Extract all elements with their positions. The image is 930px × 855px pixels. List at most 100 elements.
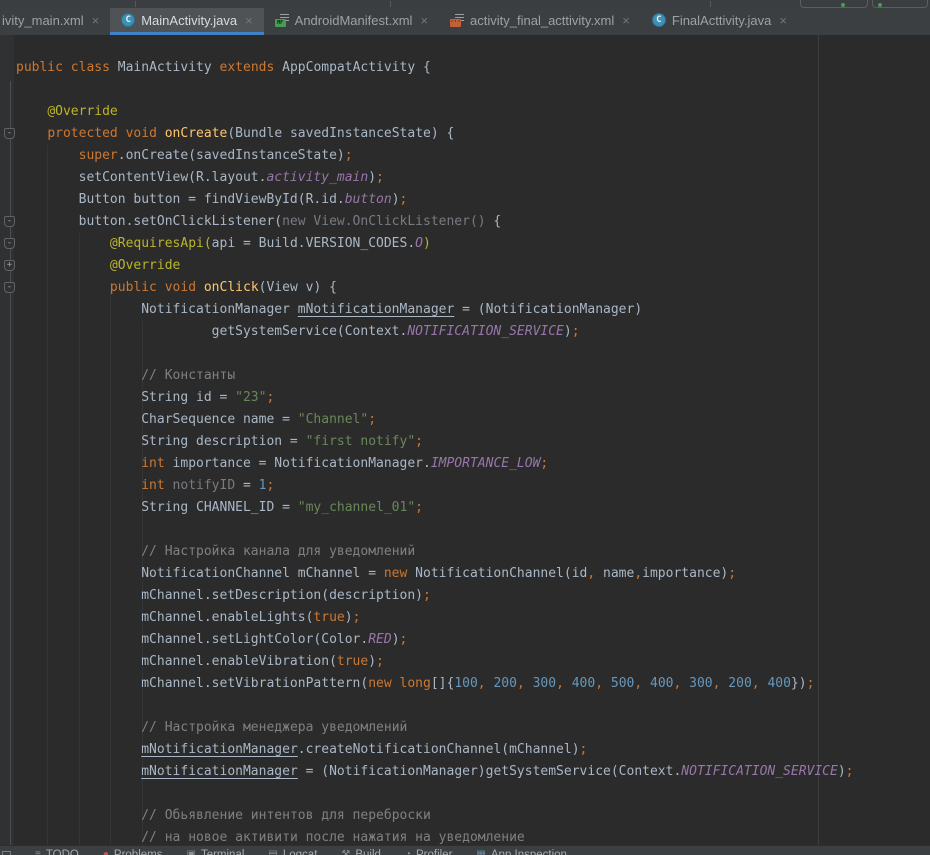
code-token: mNotificationManager [141,742,298,757]
code-line[interactable]: // Обьявление интентов для переброски [16,805,930,827]
close-tab-icon[interactable]: × [245,13,253,28]
code-line[interactable]: @RequiresApi(api = Build.VERSION_CODES.O… [16,233,930,255]
terminal-icon: ▣ [186,849,195,855]
code-line[interactable]: button.setOnClickListener(new View.OnCli… [16,211,930,233]
code-line[interactable]: String id = "23"; [16,387,930,409]
code-line[interactable]: mChannel.setLightColor(Color.RED); [16,629,930,651]
code-token: true [337,654,368,669]
java-class-file-icon [121,13,135,27]
code-line[interactable]: String description = "first notify"; [16,431,930,453]
code-line[interactable] [16,519,930,541]
code-line[interactable]: NotificationChannel mChannel = new Notif… [16,563,930,585]
code-token: , [752,676,768,691]
toolwindow-button-profiler[interactable]: ◔Profiler [405,849,452,855]
code-line[interactable]: mChannel.setDescription(description); [16,585,930,607]
code-token: @Override [110,258,180,273]
code-line[interactable] [16,79,930,101]
fold-toggle-icon[interactable]: - [4,238,15,249]
code-text-area[interactable]: public class MainActivity extends AppCom… [0,35,930,845]
code-token: 400 [767,676,790,691]
toolwindow-button-terminal[interactable]: ▣Terminal [186,849,244,855]
code-line[interactable]: getSystemService(Context.NOTIFICATION_SE… [16,321,930,343]
code-token: = [235,478,258,493]
code-token: long [400,676,431,691]
close-tab-icon[interactable]: × [779,13,787,28]
code-token: ; [353,610,361,625]
toolwindow-button-logcat[interactable]: ▤Logcat [268,849,317,855]
code-line[interactable]: NotificationManager mNotificationManager… [16,299,930,321]
code-line[interactable]: protected void onCreate(Bundle savedInst… [16,123,930,145]
code-token: []{ [431,676,454,691]
editor-tab-androidmanifest-xml[interactable]: AndroidManifest.xml× [264,8,439,35]
code-line[interactable]: mChannel.enableVibration(true); [16,651,930,673]
code-token: ; [376,170,384,185]
code-token: ) [423,236,431,251]
code-token: String id = [16,390,235,405]
code-token: mNotificationManager [141,764,298,779]
editor-tab-mainactivity-java[interactable]: MainActivity.java× [110,8,263,35]
code-token: , [587,566,595,581]
code-token: MainActivity [110,60,220,75]
toolbar-separator [135,1,136,7]
code-line[interactable]: setContentView(R.layout.activity_main); [16,167,930,189]
code-token: ; [846,764,854,779]
code-token: ; [400,632,408,647]
code-token [16,258,110,273]
close-tab-icon[interactable]: × [622,13,630,28]
code-line[interactable]: @Override [16,101,930,123]
toolwindow-button-problems[interactable]: ●Problems [103,849,163,855]
code-token: ; [580,742,588,757]
code-line[interactable]: public class MainActivity extends AppCom… [16,57,930,79]
code-token [16,368,141,383]
code-line[interactable]: // Настройка менеджера уведомлений [16,717,930,739]
code-token [157,126,165,141]
code-line[interactable] [16,695,930,717]
code-line[interactable]: Button button = findViewById(R.id.button… [16,189,930,211]
code-token: // Обьявление интентов для переброски [141,808,431,823]
editor-tab-ivity-main-xml[interactable]: ivity_main.xml× [0,8,110,35]
window-icon-fragment [2,851,11,855]
fold-toggle-icon[interactable]: - [4,128,15,139]
code-token: 400 [572,676,595,691]
code-line[interactable] [16,343,930,365]
code-token: ; [400,192,408,207]
code-token: setContentView(R.layout. [16,170,266,185]
close-tab-icon[interactable]: × [92,13,100,28]
code-token: 200 [493,676,516,691]
code-line[interactable]: super.onCreate(savedInstanceState); [16,145,930,167]
code-line[interactable]: mChannel.setVibrationPattern(new long[]{… [16,673,930,695]
code-token: , [517,676,533,691]
code-token: ) [392,632,400,647]
fold-toggle-icon[interactable]: + [4,260,15,271]
toolwindow-button-build[interactable]: ⚒Build [341,849,381,855]
code-line[interactable]: CharSequence name = "Channel"; [16,409,930,431]
close-tab-icon[interactable]: × [420,13,428,28]
code-token: mChannel.setLightColor(Color. [16,632,368,647]
code-line[interactable]: public void onClick(View v) { [16,277,930,299]
fold-toggle-icon[interactable]: - [4,282,15,293]
editor-tab-bar: ivity_main.xml×MainActivity.java×Android… [0,8,930,36]
code-line[interactable]: // Настройка канала для уведомлений [16,541,930,563]
code-line[interactable]: @Override [16,255,930,277]
code-line[interactable]: int importance = NotificationManager.IMP… [16,453,930,475]
code-line[interactable]: int notifyID = 1; [16,475,930,497]
code-line[interactable]: String CHANNEL_ID = "my_channel_01"; [16,497,930,519]
layout-file-icon [450,13,464,27]
code-line[interactable]: mNotificationManager = (NotificationMana… [16,761,930,783]
toolwindow-button-inspection[interactable]: ▦App Inspection [476,849,567,855]
editor-tab-activity-final-acttivity-xml[interactable]: activity_final_acttivity.xml× [439,8,641,35]
editor-tab-finalacttivity-java[interactable]: FinalActtivity.java× [641,8,798,35]
code-line[interactable]: // на новое активити после нажатия на ув… [16,827,930,845]
code-editor[interactable]: public class MainActivity extends AppCom… [0,35,930,845]
toolwindow-button-todo[interactable]: ≡TODO [35,849,79,855]
code-line[interactable]: mNotificationManager.createNotificationC… [16,739,930,761]
toolbar-separator [710,1,711,7]
code-token: O [415,236,423,251]
code-token: protected [47,126,117,141]
code-line[interactable] [16,783,930,805]
code-line[interactable]: // Константы [16,365,930,387]
fold-toggle-icon[interactable]: - [4,216,15,227]
run-config-widget[interactable] [800,0,868,8]
code-token: String CHANNEL_ID = [16,500,298,515]
code-line[interactable]: mChannel.enableLights(true); [16,607,930,629]
